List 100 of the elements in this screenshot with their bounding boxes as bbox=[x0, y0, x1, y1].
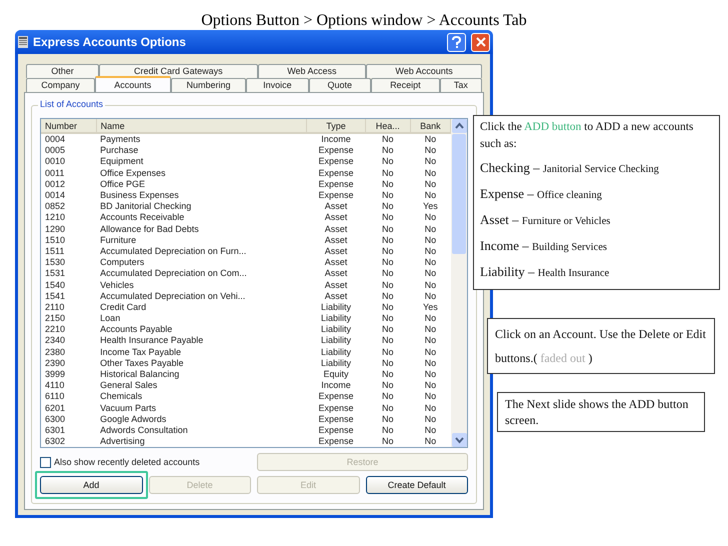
callout-text: Click the ADD button to ADD a new accounts such as: bbox=[480, 120, 694, 152]
column-header[interactable]: Type bbox=[306, 119, 366, 133]
group-title: List of Accounts bbox=[38, 99, 106, 109]
table-cell-text: No bbox=[381, 178, 395, 190]
table-cell-text: No bbox=[424, 414, 438, 425]
table-cell-text: 6300 bbox=[44, 414, 66, 425]
action-button[interactable]: Create Default bbox=[366, 476, 468, 494]
table-cell-text: Asset bbox=[324, 268, 348, 280]
tab[interactable]: Credit Card Gateways bbox=[99, 64, 258, 78]
table-cell-text: Google Adwords bbox=[99, 414, 168, 425]
table-cell-text: No bbox=[381, 424, 395, 436]
table-cell-text: No bbox=[424, 290, 438, 302]
table-cell-text: 6302 bbox=[44, 436, 66, 448]
table-cell-text: Liability bbox=[320, 324, 352, 336]
table-cell-text: Allowance for Bad Debts bbox=[99, 224, 200, 235]
app-icon bbox=[18, 36, 28, 48]
table-cell-text: Expense bbox=[317, 414, 355, 425]
table-cell-text: Health Insurance Payable bbox=[99, 335, 204, 347]
table-cell-text: No bbox=[424, 358, 438, 369]
table-cell-text: Business Expenses bbox=[99, 190, 180, 202]
table-cell: Income bbox=[306, 133, 366, 146]
table-cell-text: BD Janitorial Checking bbox=[99, 201, 192, 212]
table-cell-text: Income bbox=[320, 380, 352, 392]
close-button[interactable] bbox=[471, 32, 490, 52]
tab[interactable]: Company bbox=[26, 78, 95, 92]
tab[interactable]: Web Accounts bbox=[366, 64, 482, 78]
table-cell-text: No bbox=[381, 234, 395, 246]
table-cell-text: Income Tax Payable bbox=[99, 346, 182, 358]
table-cell-text: No bbox=[424, 268, 438, 280]
table-cell-text: 0011 bbox=[44, 168, 66, 179]
table-cell-text: 2380 bbox=[44, 346, 66, 358]
table-cell: 0004 bbox=[41, 133, 96, 146]
column-header[interactable]: Number bbox=[41, 119, 96, 133]
table-cell-text: 1540 bbox=[44, 279, 66, 291]
table-cell: No bbox=[410, 133, 450, 146]
table-cell-text: Credit Card bbox=[99, 302, 148, 313]
table-cell-text: 1210 bbox=[44, 212, 66, 224]
account-example: Income – Building Services bbox=[480, 237, 608, 255]
table-cell-text: Liability bbox=[320, 358, 352, 369]
close-icon bbox=[476, 37, 486, 47]
table-cell-text: Liability bbox=[320, 302, 352, 313]
table-cell-text: 0010 bbox=[44, 156, 66, 168]
table-cell-text: No bbox=[424, 346, 438, 358]
tab[interactable]: Receipt bbox=[370, 78, 440, 92]
table-cell-text: No bbox=[381, 279, 395, 291]
checkbox[interactable] bbox=[40, 456, 51, 468]
table-cell-text: Expense bbox=[317, 436, 355, 448]
table-cell: Payments bbox=[96, 133, 307, 146]
table-cell-text: No bbox=[381, 414, 395, 425]
scroll-thumb[interactable] bbox=[452, 134, 466, 254]
table-cell-text: 3999 bbox=[44, 368, 66, 380]
column-header[interactable]: Hea... bbox=[365, 119, 410, 133]
table-cell-text: No bbox=[424, 246, 438, 258]
table-cell-text: No bbox=[381, 268, 395, 280]
table-cell-text: Asset bbox=[324, 224, 348, 235]
column-header[interactable]: Bank bbox=[410, 119, 450, 133]
table-cell-text: No bbox=[381, 246, 395, 258]
table-cell-text: Asset bbox=[324, 246, 348, 258]
table-cell-text: General Sales bbox=[99, 380, 158, 392]
table-cell-text: Other Taxes Payable bbox=[99, 358, 185, 369]
table-cell-text: Liability bbox=[320, 313, 352, 324]
table-cell-text: No bbox=[381, 302, 395, 313]
table-cell-text: Asset bbox=[324, 257, 348, 268]
table-cell-text: Yes bbox=[422, 201, 439, 212]
tab[interactable]: Other bbox=[26, 64, 100, 78]
tab[interactable]: Accounts bbox=[94, 76, 171, 92]
table-cell-text: Accumulated Depreciation on Vehi... bbox=[99, 290, 246, 302]
table-cell-text: No bbox=[381, 168, 395, 179]
help-button[interactable] bbox=[447, 32, 466, 52]
table-cell-text: Yes bbox=[422, 302, 439, 313]
scrollbar[interactable] bbox=[451, 119, 467, 448]
checkbox-label: Also show recently deleted accounts bbox=[54, 457, 200, 468]
table-cell-text: No bbox=[424, 368, 438, 380]
tab[interactable]: Tax bbox=[440, 78, 482, 92]
table-cell-text: Loan bbox=[99, 313, 122, 324]
action-button[interactable]: Add bbox=[40, 476, 142, 494]
table-cell-text: No bbox=[381, 380, 395, 392]
tab[interactable]: Web Access bbox=[258, 64, 366, 78]
table-cell-text: No bbox=[424, 279, 438, 291]
column-header[interactable]: Name bbox=[96, 119, 307, 133]
table-cell-text: Purchase bbox=[99, 145, 140, 156]
table-cell-text: No bbox=[381, 224, 395, 235]
tab[interactable]: Quote bbox=[308, 78, 371, 92]
table-cell-text: 2210 bbox=[44, 324, 66, 336]
table-cell-text: Accumulated Depreciation on Furn... bbox=[99, 246, 248, 258]
table-cell-text: Asset bbox=[324, 279, 348, 291]
table-cell-text: 1510 bbox=[44, 234, 66, 246]
table-cell-text: No bbox=[381, 346, 395, 358]
table-cell-text: No bbox=[424, 224, 438, 235]
table-cell-text: Office Expenses bbox=[99, 168, 167, 179]
tab[interactable]: Numbering bbox=[170, 78, 246, 92]
tab[interactable]: Invoice bbox=[246, 78, 309, 92]
table-cell-text: 1531 bbox=[44, 268, 66, 280]
table-cell-text: No bbox=[424, 424, 438, 436]
table-cell-text: No bbox=[381, 290, 395, 302]
table-cell-text: 6110 bbox=[44, 391, 66, 402]
table-cell-text: Expense bbox=[317, 391, 355, 402]
table-cell-text: Adwords Consultation bbox=[99, 424, 189, 436]
table-cell-text: No bbox=[424, 324, 438, 336]
table-cell-text: 1511 bbox=[44, 246, 66, 258]
